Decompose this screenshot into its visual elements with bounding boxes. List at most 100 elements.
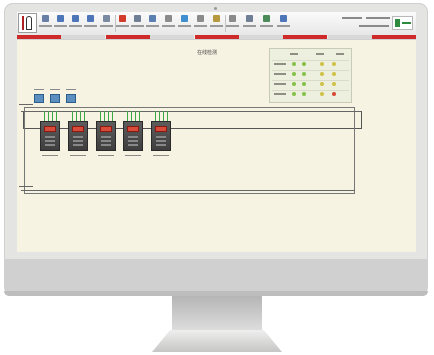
status-indicator [302, 92, 306, 96]
panel-display [127, 126, 139, 132]
panel-label [70, 155, 86, 156]
tab-7[interactable] [283, 35, 328, 39]
device-panel-3[interactable] [96, 121, 116, 151]
brand-text [402, 22, 411, 24]
toolbar-button-arrow-right[interactable] [84, 14, 97, 32]
toolbar-button-stop[interactable] [116, 14, 129, 32]
panel-label [125, 155, 141, 156]
feed-wire [80, 111, 81, 121]
toolbar-button-caption [146, 25, 159, 27]
toolbar-button-print[interactable] [243, 14, 256, 32]
toolbar-button-caption [178, 25, 191, 27]
toolbar-button-caption [131, 25, 144, 27]
meter-label [50, 89, 60, 90]
toolbar-button-exit[interactable] [226, 14, 239, 32]
meter-label [66, 89, 76, 90]
tab-6[interactable] [239, 35, 283, 39]
tab-4[interactable] [150, 35, 195, 39]
panel-label [98, 155, 114, 156]
toolbar-button-caption [54, 25, 67, 27]
toolbar-button-help[interactable] [277, 14, 290, 32]
grid-icon [165, 15, 172, 22]
monitor-stand-base [152, 330, 282, 352]
toolbar-button-caption [39, 25, 52, 27]
feed-wire [108, 111, 109, 121]
status-indicator [320, 82, 324, 86]
feed-wire [48, 111, 49, 121]
toolbar-button-gear[interactable] [131, 14, 144, 32]
toolbar-button-monitor[interactable] [146, 14, 159, 32]
user-name [366, 17, 390, 19]
tab-1[interactable] [17, 35, 61, 39]
feed-wire [104, 111, 105, 121]
panel-keypad [45, 136, 55, 146]
user-info [342, 17, 362, 19]
meter-2-icon[interactable] [50, 94, 60, 103]
camera-dot [214, 7, 217, 10]
tab-8[interactable] [327, 35, 372, 39]
toolbar-button-caption [277, 25, 290, 27]
status-row-divider [272, 80, 349, 81]
toolbar-button-caption [84, 25, 97, 27]
feed-wire [72, 111, 73, 121]
status-indicator [292, 72, 296, 76]
toolbar-button-report[interactable] [260, 14, 273, 32]
meter-3-icon[interactable] [66, 94, 76, 103]
status-row-label [274, 63, 286, 65]
device-panel-4[interactable] [123, 121, 143, 151]
help-icon [280, 15, 287, 22]
panel-display [72, 126, 84, 132]
toolbar-button-save[interactable] [39, 14, 52, 32]
screen: 在线检测 [17, 12, 416, 252]
monitor-stand-neck [172, 296, 262, 332]
device-panel-2[interactable] [68, 121, 88, 151]
tab-3[interactable] [105, 35, 150, 39]
feed-wire [135, 111, 136, 121]
panel-label [42, 155, 58, 156]
panel-keypad [73, 136, 83, 146]
toolbar-button-caption [210, 25, 223, 27]
save-icon [42, 15, 49, 22]
toolbar-button-wrench[interactable] [194, 14, 207, 32]
app-logo-icon [18, 13, 37, 33]
tab-9[interactable] [372, 35, 416, 39]
status-row-label [274, 73, 286, 75]
feed-wire [163, 111, 164, 121]
status-indicator [332, 72, 336, 76]
meter-1-icon[interactable] [34, 94, 44, 103]
stop-icon [119, 15, 126, 22]
bus-line-bottom [21, 190, 355, 191]
brand-logo [392, 16, 413, 30]
toolbar-button-tool[interactable] [100, 14, 113, 32]
key-icon [213, 15, 220, 22]
toolbar-button-forward[interactable] [69, 14, 82, 32]
feed-wire [44, 111, 45, 121]
back-icon [57, 15, 64, 22]
toolbar-button-caption [243, 25, 256, 27]
tab-5[interactable] [194, 35, 239, 39]
status-indicator [332, 62, 336, 66]
toolbar-button-caption [162, 25, 175, 27]
feed-wire [100, 111, 101, 121]
status-row-divider [272, 90, 349, 91]
device-panel-1[interactable] [40, 121, 60, 151]
feed-wire [139, 111, 140, 121]
toolbar-button-grid[interactable] [162, 14, 175, 32]
toolbar-button-key[interactable] [210, 14, 223, 32]
wrench-icon [197, 15, 204, 22]
status-row-divider [272, 70, 349, 71]
toolbar-button-caption [260, 25, 273, 27]
status-row-label [274, 93, 286, 95]
status-row-divider [272, 60, 349, 61]
toolbar-button-back[interactable] [54, 14, 67, 32]
status-header-1 [290, 53, 298, 55]
tab-2[interactable] [61, 35, 106, 39]
feed-wire [84, 111, 85, 121]
toolbar-button-caption [69, 25, 82, 27]
status-indicator [320, 62, 324, 66]
globe-icon [181, 15, 188, 22]
page-title: 在线检测 [196, 50, 217, 56]
toolbar-button-globe[interactable] [178, 14, 191, 32]
feed-wire [76, 111, 77, 121]
device-panel-5[interactable] [151, 121, 171, 151]
